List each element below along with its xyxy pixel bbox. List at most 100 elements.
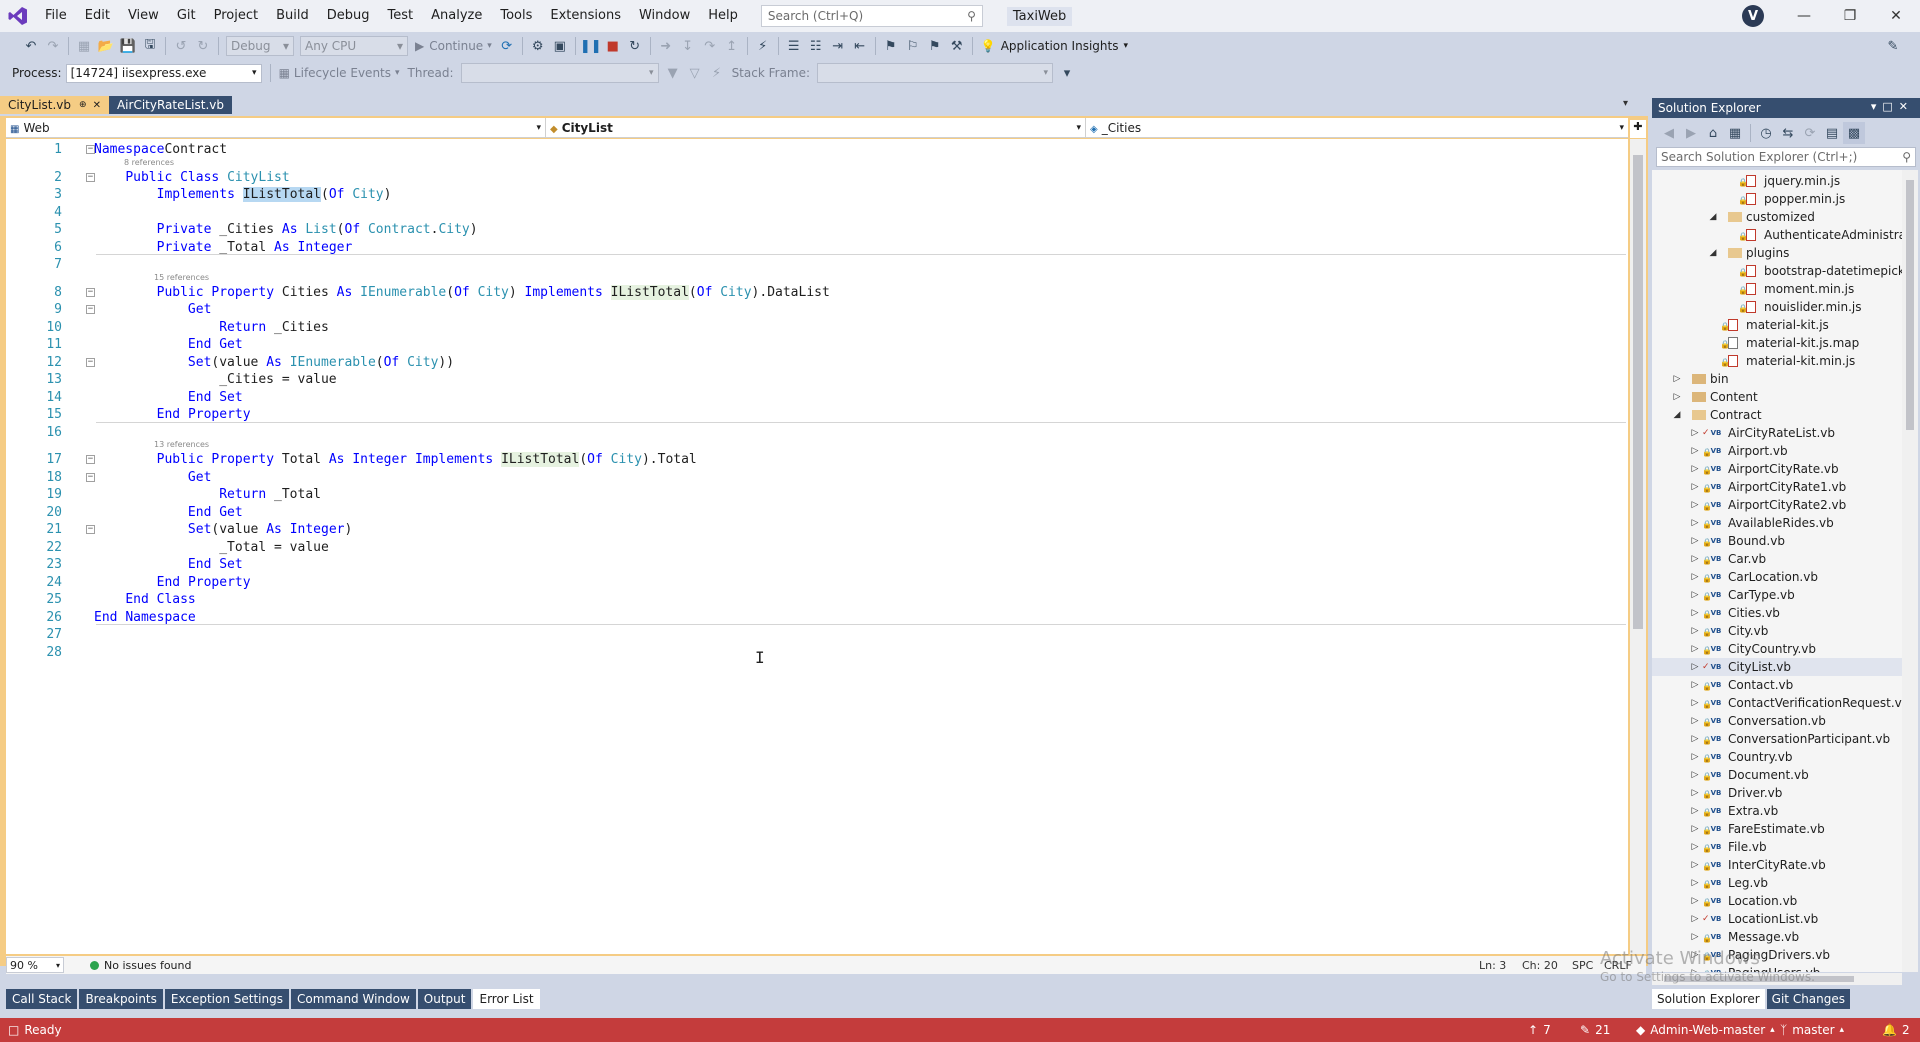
collapsed-arrow-icon[interactable]: ▷: [1672, 388, 1682, 406]
code-line[interactable]: End Set: [94, 556, 243, 573]
tree-item[interactable]: ▷ 🔒 VB AvailableRides.vb: [1652, 514, 1902, 532]
collapsed-arrow-icon[interactable]: ▷: [1690, 748, 1700, 766]
bookmark-prev-icon[interactable]: ⚐: [902, 35, 924, 57]
thread-select[interactable]: ▾: [460, 63, 659, 83]
collapsed-arrow-icon[interactable]: ▷: [1690, 658, 1700, 676]
tree-item[interactable]: ▷ 🔒 VB AirportCityRate1.vb: [1652, 478, 1902, 496]
tree-item[interactable]: ▷ 🔒 VB Contact.vb: [1652, 676, 1902, 694]
menu-item-file[interactable]: File: [36, 0, 76, 32]
solution-tree-hscroll-thumb[interactable]: [1664, 976, 1854, 982]
filter-icon[interactable]: ▼: [662, 62, 684, 84]
code-line[interactable]: End Property: [94, 574, 251, 591]
pending-changes-indicator[interactable]: ✎ 21: [1580, 1018, 1610, 1042]
code-line[interactable]: End Namespace: [94, 609, 196, 626]
pause-icon[interactable]: ❚❚: [580, 35, 602, 57]
collapsed-arrow-icon[interactable]: ▷: [1690, 604, 1700, 622]
code-line[interactable]: Private _Cities As List(Of Contract.City…: [94, 221, 478, 238]
tool-tab[interactable]: Error List: [473, 989, 540, 1009]
repository-indicator[interactable]: ◆ Admin-Web-master ▴: [1636, 1018, 1775, 1042]
align-left-icon[interactable]: ☰: [783, 35, 805, 57]
collapsed-arrow-icon[interactable]: ▷: [1690, 622, 1700, 640]
tree-item[interactable]: 🔒 moment.min.js: [1652, 280, 1902, 298]
search-input[interactable]: Search (Ctrl+Q) ⚲: [760, 5, 983, 27]
collapsed-arrow-icon[interactable]: ▷: [1690, 694, 1700, 712]
sync-icon[interactable]: ⇆: [1777, 122, 1799, 144]
tree-item[interactable]: ▷ 🔒 VB AirportCityRate.vb: [1652, 460, 1902, 478]
expanded-arrow-icon[interactable]: ◢: [1672, 406, 1682, 424]
collapsed-arrow-icon[interactable]: ▷: [1690, 442, 1700, 460]
solution-explorer-tab[interactable]: Git Changes: [1766, 989, 1851, 1009]
tree-item[interactable]: ▷ 🔒 VB ConversationParticipant.vb: [1652, 730, 1902, 748]
browser-link-icon[interactable]: ⚙: [527, 35, 549, 57]
zoom-select[interactable]: 90 % ▾: [6, 957, 64, 973]
hot-reload-icon[interactable]: ⚡: [752, 35, 774, 57]
code-line[interactable]: Public Class CityList: [94, 169, 289, 186]
code-editor[interactable]: 1 NamespaceContract 8 references 2 Public C…: [6, 139, 1628, 954]
save-icon[interactable]: 💾: [117, 35, 139, 57]
bookmark-clear-icon[interactable]: ⚒: [946, 35, 968, 57]
close-icon[interactable]: ✕: [1873, 0, 1919, 32]
tree-item[interactable]: ▷ 🔒 VB CarType.vb: [1652, 586, 1902, 604]
step-into-icon[interactable]: ↧: [677, 35, 699, 57]
tree-item[interactable]: ▷ 🔒 VB Car.vb: [1652, 550, 1902, 568]
code-line[interactable]: Set(value As Integer): [94, 521, 352, 538]
collapse-region-icon[interactable]: −: [86, 172, 95, 182]
split-editor-icon[interactable]: ✚: [1630, 120, 1646, 138]
stack-frame-select[interactable]: ▾: [817, 63, 1054, 83]
code-line[interactable]: _Cities = value: [94, 371, 336, 388]
code-lens-references[interactable]: 8 references: [124, 158, 174, 168]
tree-item[interactable]: ▷ 🔒 VB Bound.vb: [1652, 532, 1902, 550]
tree-item[interactable]: ▷ 🔒 VB Airport.vb: [1652, 442, 1902, 460]
menu-item-git[interactable]: Git: [168, 0, 205, 32]
collapse-region-icon[interactable]: −: [86, 287, 95, 297]
pin-icon[interactable]: ⊕: [79, 100, 87, 110]
toolbar-overflow-icon[interactable]: ▾: [1056, 62, 1078, 84]
tree-item[interactable]: ▷ ✓ VB LocationList.vb: [1652, 910, 1902, 928]
menu-item-analyze[interactable]: Analyze: [422, 0, 491, 32]
code-line[interactable]: Return _Total: [94, 486, 321, 503]
live-share-icon[interactable]: ✎: [1882, 35, 1904, 57]
tree-item[interactable]: 🔒 nouislider.min.js: [1652, 298, 1902, 316]
collapsed-arrow-icon[interactable]: ▷: [1690, 820, 1700, 838]
continue-button[interactable]: ▶ Continue ▾: [411, 39, 496, 53]
type-select[interactable]: ◆ CityList ▾: [546, 118, 1086, 138]
collapsed-arrow-icon[interactable]: ▷: [1690, 730, 1700, 748]
tree-item[interactable]: ▷ bin: [1652, 370, 1902, 388]
solution-tree-vertical-scrollbar[interactable]: [1902, 170, 1918, 972]
tree-item[interactable]: 🔒 popper.min.js: [1652, 190, 1902, 208]
filter-clear-icon[interactable]: ▽: [684, 62, 706, 84]
code-line[interactable]: End Get: [94, 336, 243, 353]
code-line[interactable]: Private _Total As Integer: [94, 239, 353, 256]
collapsed-arrow-icon[interactable]: ▷: [1672, 370, 1682, 388]
collapsed-arrow-icon[interactable]: ▷: [1690, 766, 1700, 784]
open-folder-icon[interactable]: 📂: [95, 35, 117, 57]
outdent-icon[interactable]: ⇤: [849, 35, 871, 57]
expanded-arrow-icon[interactable]: ◢: [1708, 244, 1718, 262]
process-select[interactable]: [14724] iisexpress.exe ▾: [65, 63, 262, 83]
tree-item[interactable]: ▷ Content: [1652, 388, 1902, 406]
code-line[interactable]: Public Property Cities As IEnumerable(Of…: [94, 284, 830, 301]
minimize-icon[interactable]: —: [1781, 0, 1827, 32]
tree-item[interactable]: ▷ 🔒 VB Leg.vb: [1652, 874, 1902, 892]
editor-vertical-scrollbar[interactable]: [1630, 139, 1646, 954]
collapsed-arrow-icon[interactable]: ▷: [1690, 964, 1700, 972]
collapsed-arrow-icon[interactable]: ▷: [1690, 514, 1700, 532]
code-line[interactable]: _Total = value: [94, 539, 329, 556]
tool-tab[interactable]: Breakpoints: [79, 989, 163, 1009]
collapsed-arrow-icon[interactable]: ▷: [1690, 424, 1700, 442]
tree-item[interactable]: ▷ 🔒 VB Driver.vb: [1652, 784, 1902, 802]
menu-item-extensions[interactable]: Extensions: [541, 0, 630, 32]
collapsed-arrow-icon[interactable]: ▷: [1690, 550, 1700, 568]
close-tab-icon[interactable]: ✕: [93, 100, 101, 111]
project-select[interactable]: ▦ Web ▾: [6, 118, 546, 138]
screenshot-icon[interactable]: ▣: [549, 35, 571, 57]
avatar[interactable]: V: [1742, 5, 1764, 27]
flag-threads-icon[interactable]: ⚡: [706, 62, 728, 84]
collapsed-arrow-icon[interactable]: ▷: [1690, 892, 1700, 910]
redo-icon[interactable]: ↻: [192, 35, 214, 57]
tree-item[interactable]: ▷🔒VBPagingUsers.vb: [1652, 964, 1902, 972]
tree-item[interactable]: ▷ 🔒 VB InterCityRate.vb: [1652, 856, 1902, 874]
collapsed-arrow-icon[interactable]: ▷: [1690, 586, 1700, 604]
tree-item[interactable]: ▷ 🔒 VB Message.vb: [1652, 928, 1902, 946]
collapsed-arrow-icon[interactable]: ▷: [1690, 712, 1700, 730]
